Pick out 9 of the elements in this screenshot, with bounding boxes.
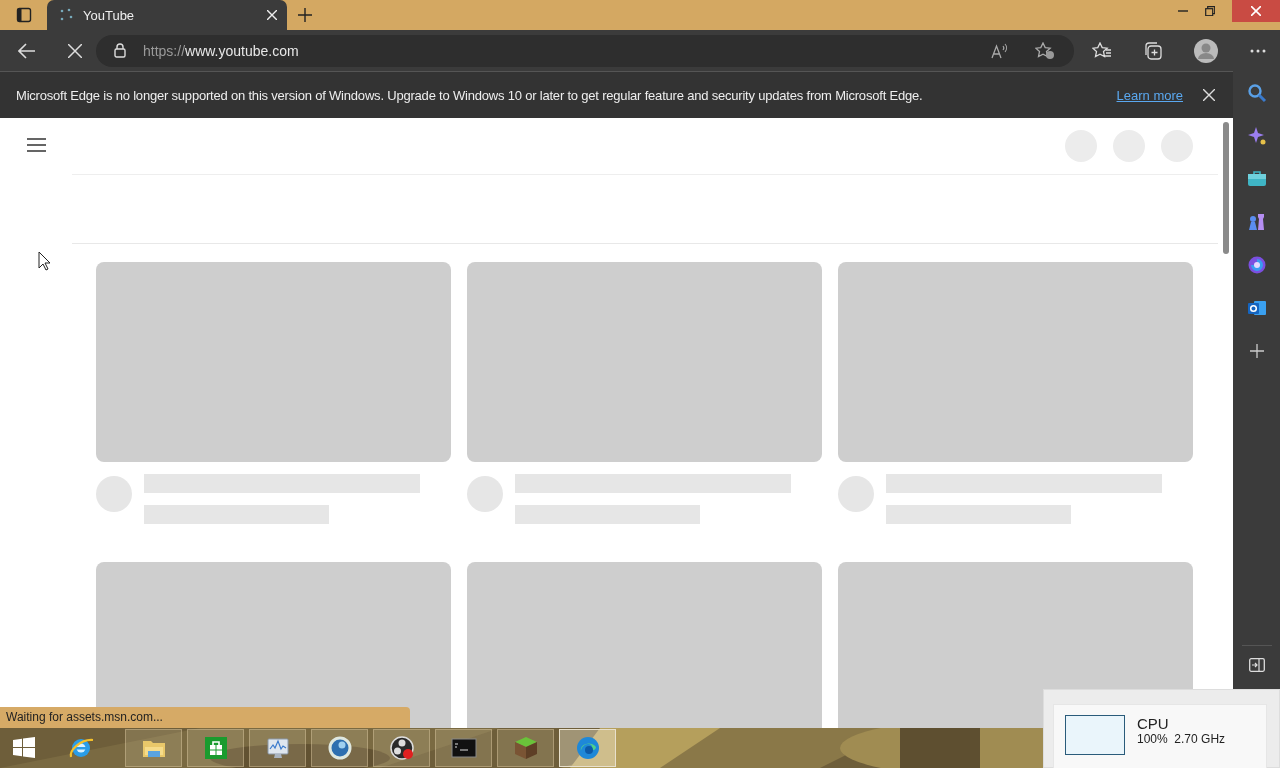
address-bar[interactable]: https://www.youtube.com — [96, 34, 1074, 67]
url-scheme: https:// — [143, 42, 186, 59]
cpu-reading: 100% 2.70 GHz — [1137, 732, 1226, 746]
unsupported-message: Microsoft Edge is no longer supported on this version of Windows. Upgrade to Windows 10 or later to get regular feature and security updates from Microsoft Edge. — [16, 87, 924, 103]
learn-more-link[interactable]: Learn more — [1116, 87, 1183, 103]
status-tooltip: Waiting for assets.msn.com... — [0, 707, 410, 728]
browser-tab[interactable]: YouTube — [47, 0, 287, 30]
url-host: www.youtube.com — [185, 42, 299, 59]
cpu-label: CPU — [1137, 715, 1170, 732]
